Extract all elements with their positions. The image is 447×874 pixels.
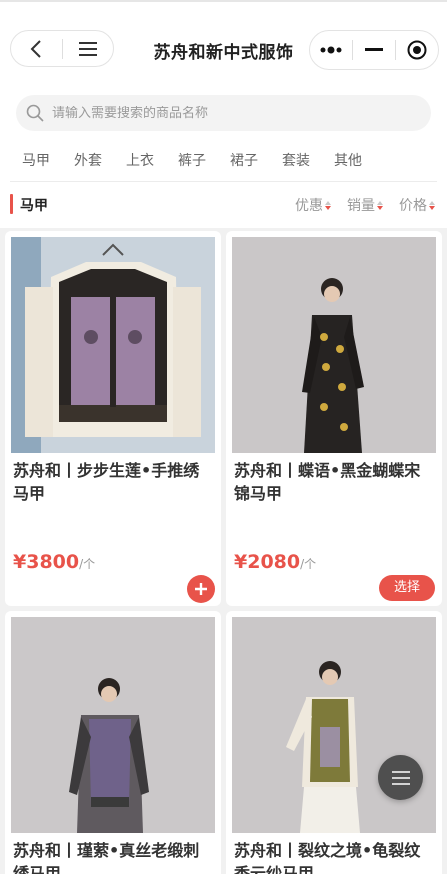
product-name[interactable]: 苏舟和丨蝶语•黑金蝴蝶宋锦马甲 (234, 459, 434, 505)
price-unit: /个 (300, 557, 317, 571)
category-tabs: 马甲 外套 上衣 裤子 裙子 套装 其他 (10, 150, 374, 172)
product-photo-illustration (11, 617, 215, 833)
product-image[interactable] (232, 237, 436, 453)
product-card[interactable]: 苏舟和丨蝶语•黑金蝴蝶宋锦马甲 ¥2080/个 选择 (226, 231, 442, 606)
search-box[interactable] (16, 95, 431, 131)
price-unit: /个 (79, 557, 96, 571)
product-card[interactable]: 苏舟和丨步步生莲•手推绣马甲 ¥3800/个 (5, 231, 221, 606)
sort-label: 价格 (399, 198, 427, 214)
section-title: 马甲 (20, 198, 48, 214)
more-button[interactable] (310, 31, 352, 69)
nav-bar: 苏舟和新中式服饰 (0, 0, 447, 78)
product-image[interactable] (11, 617, 215, 833)
category-tab[interactable]: 上衣 (114, 150, 166, 172)
category-tab[interactable]: 马甲 (10, 150, 62, 172)
hamburger-icon (391, 770, 410, 785)
search-icon (26, 104, 44, 122)
more-dots-icon (320, 46, 342, 54)
close-button[interactable] (396, 31, 438, 69)
category-tab[interactable]: 裤子 (166, 150, 218, 172)
minimize-icon (365, 48, 383, 51)
product-name[interactable]: 苏舟和丨瑾萦•真丝老缎刺绣马甲 (13, 839, 213, 874)
category-tab[interactable]: 其他 (322, 150, 374, 172)
plus-icon (195, 583, 207, 595)
product-price: ¥2080/个 (234, 551, 316, 573)
target-circle-icon (407, 40, 427, 60)
nav-capsule-right (309, 30, 439, 70)
category-tab[interactable]: 外套 (62, 150, 114, 172)
price-value: ¥3800 (13, 551, 80, 573)
product-price: ¥3800/个 (13, 551, 95, 573)
product-card[interactable]: 苏舟和丨裂纹之境•龟裂纹香云纱马甲 (226, 611, 442, 874)
product-photo-illustration (11, 237, 215, 453)
sort-options: 优惠 销量 价格 (295, 195, 435, 215)
add-to-cart-button[interactable] (187, 575, 215, 603)
product-name[interactable]: 苏舟和丨裂纹之境•龟裂纹香云纱马甲 (234, 839, 434, 874)
sort-arrows-icon (325, 200, 331, 210)
sort-arrows-icon (429, 200, 435, 210)
product-name[interactable]: 苏舟和丨步步生莲•手推绣马甲 (13, 459, 213, 505)
sort-sales[interactable]: 销量 (347, 195, 383, 215)
product-image[interactable] (232, 617, 436, 833)
product-photo-illustration (232, 617, 436, 833)
category-tab[interactable]: 裙子 (218, 150, 270, 172)
minimize-button[interactable] (353, 31, 395, 69)
product-photo-illustration (232, 237, 436, 453)
divider (10, 181, 437, 182)
sort-label: 优惠 (295, 198, 323, 214)
product-card[interactable]: 苏舟和丨瑾萦•真丝老缎刺绣马甲 (5, 611, 221, 874)
search-input[interactable] (52, 105, 372, 121)
sort-price[interactable]: 价格 (399, 195, 435, 215)
product-image[interactable] (11, 237, 215, 453)
sort-label: 销量 (347, 198, 375, 214)
filter-panel: 马甲 外套 上衣 裤子 裙子 套装 其他 马甲 优惠 销量 价格 (0, 78, 447, 228)
sort-arrows-icon (377, 200, 383, 210)
sort-discount[interactable]: 优惠 (295, 195, 331, 215)
section-accent-bar (10, 194, 13, 214)
price-value: ¥2080 (234, 551, 301, 573)
select-button[interactable]: 选择 (379, 575, 435, 601)
floating-menu-button[interactable] (378, 755, 423, 800)
category-tab[interactable]: 套装 (270, 150, 322, 172)
